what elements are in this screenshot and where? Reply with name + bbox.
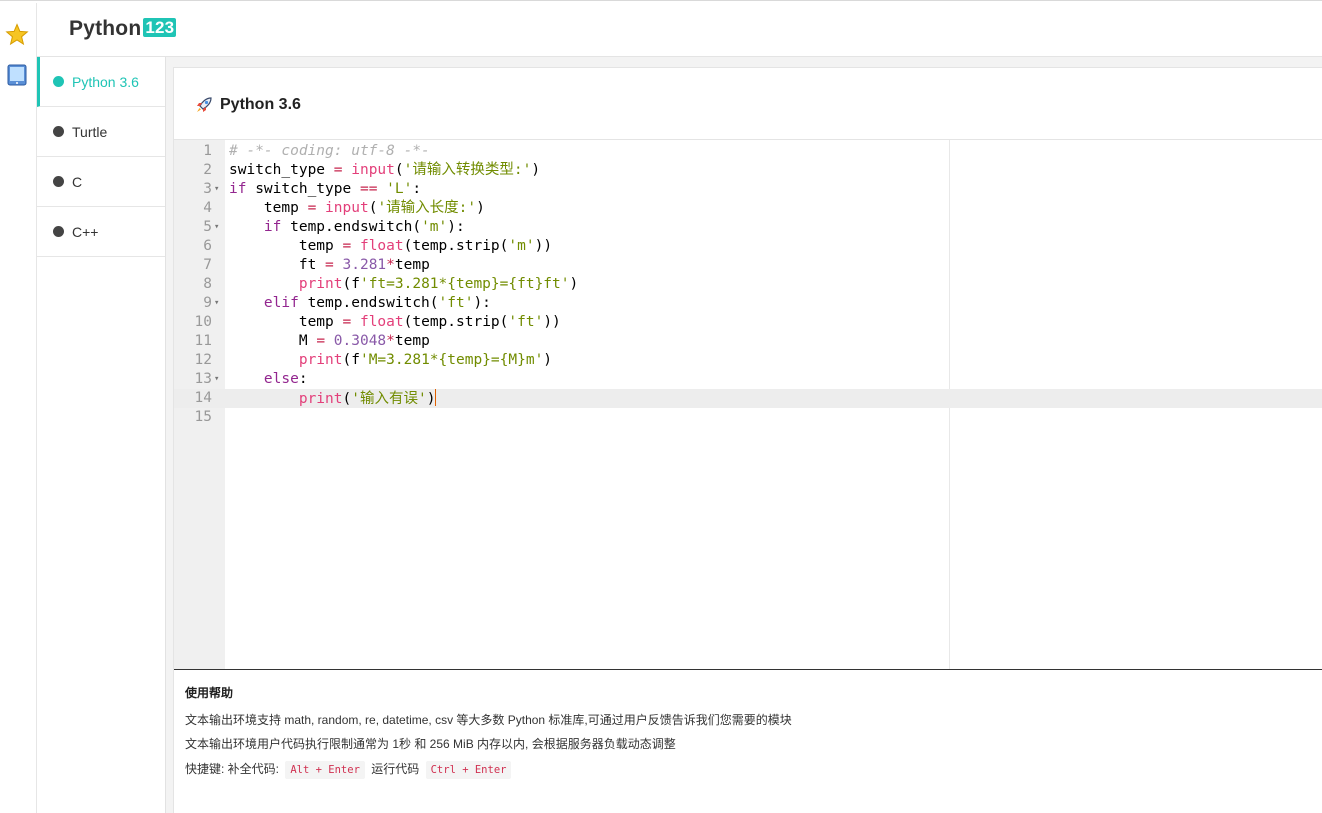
- code-text: print(f'ft=3.281*{temp}={ft}ft'): [298, 276, 579, 292]
- code-line[interactable]: 1 # -*- coding: utf-8 -*-: [174, 142, 1322, 161]
- sidebar-item-c[interactable]: C: [37, 157, 165, 207]
- help-text-stdlib: 文本输出环境支持 math, random, re, datetime, csv…: [185, 713, 792, 727]
- shortcut-run-label: 运行代码: [371, 762, 420, 776]
- code-text: temp = input('请输入长度:'): [229, 200, 485, 216]
- code-line[interactable]: 3 ▾ if switch_type == 'L':: [174, 180, 1322, 199]
- code-line[interactable]: 4 temp = input('请输入长度:'): [174, 199, 1322, 218]
- line-number: 15: [194, 409, 212, 425]
- code-text: # -*- coding: utf-8 -*-: [229, 143, 430, 159]
- rocket-icon: [197, 97, 212, 112]
- fold-toggle-icon[interactable]: ▾: [214, 294, 219, 313]
- shortcut-prefix: 快捷键: 补全代码:: [185, 762, 280, 776]
- code-line[interactable]: 12 print(f'M=3.281*{temp}={M}m'): [174, 351, 1322, 370]
- line-number: 11: [194, 333, 212, 349]
- code-text: else:: [263, 371, 308, 387]
- line-number: 1: [203, 143, 212, 159]
- help-text-limits: 文本输出环境用户代码执行限制通常为 1秒 和 256 MiB 内存以内, 会根据…: [185, 737, 676, 751]
- status-dot-icon: [53, 126, 64, 137]
- code-line[interactable]: 7 ft = 3.281*temp: [174, 256, 1322, 275]
- line-number: 9: [203, 295, 212, 311]
- code-text: ft = 3.281*temp: [229, 257, 430, 273]
- code-text: print(f'M=3.281*{temp}={M}m'): [298, 352, 553, 368]
- line-number: 12: [194, 352, 212, 368]
- sidebar-item-label: Python 3.6: [72, 73, 139, 90]
- status-dot-icon: [53, 176, 64, 187]
- code-text: temp = float(temp.strip('ft')): [229, 314, 561, 330]
- line-number: 7: [203, 257, 212, 273]
- code-text: elif temp.endswitch('ft'):: [263, 295, 491, 311]
- code-line[interactable]: 13 ▾ else:: [174, 370, 1322, 389]
- code-line[interactable]: 8 print(f'ft=3.281*{temp}={ft}ft'): [174, 275, 1322, 294]
- code-text: switch_type = input('请输入转换类型:'): [229, 162, 541, 178]
- code-line[interactable]: 10 temp = float(temp.strip('ft')): [174, 313, 1322, 332]
- line-number: 10: [194, 314, 212, 330]
- help-section: 使用帮助 文本输出环境支持 math, random, re, datetime…: [185, 684, 792, 789]
- line-number: 4: [203, 200, 212, 216]
- sidebar-item-python36[interactable]: Python 3.6: [37, 57, 165, 107]
- code-line[interactable]: 5 ▾ if temp.endswitch('m'):: [174, 218, 1322, 237]
- line-number: 13: [194, 371, 212, 387]
- text-cursor: [435, 389, 437, 406]
- code-line[interactable]: 2 switch_type = input('请输入转换类型:'): [174, 161, 1322, 180]
- line-number: 3: [203, 181, 212, 197]
- line-number: 14: [194, 390, 212, 406]
- code-text: if temp.endswitch('m'):: [263, 219, 465, 235]
- logo-badge: 123: [143, 18, 177, 37]
- code-text: if switch_type == 'L':: [229, 181, 422, 197]
- code-editor[interactable]: 1 # -*- coding: utf-8 -*- 2 switch_type = i…: [174, 139, 1322, 670]
- code-text: M = 0.3048*temp: [229, 333, 430, 349]
- fold-toggle-icon[interactable]: ▾: [214, 180, 219, 199]
- status-dot-icon: [53, 76, 64, 87]
- help-shortcuts: 快捷键: 补全代码: Alt + Enter 运行代码 Ctrl + Enter: [185, 761, 792, 779]
- line-number: 8: [203, 276, 212, 292]
- app-header: Python 123: [37, 3, 1322, 57]
- status-dot-icon: [53, 226, 64, 237]
- sidebar-item-label: C++: [72, 223, 99, 240]
- logo-text: Python: [69, 17, 142, 40]
- left-rail: [0, 3, 37, 813]
- fold-toggle-icon[interactable]: ▾: [214, 218, 219, 237]
- tablet-icon[interactable]: [7, 64, 27, 86]
- star-icon[interactable]: [5, 23, 29, 47]
- line-number: 2: [203, 162, 212, 178]
- code-line[interactable]: 14 print('输入有误'): [174, 389, 1322, 408]
- language-sidebar: Python 3.6 Turtle C C++: [37, 57, 166, 813]
- line-number: 6: [203, 238, 212, 254]
- code-line[interactable]: 11 M = 0.3048*temp: [174, 332, 1322, 351]
- editor-panel: Python 3.6 1 # -*- coding: utf-8 -*- 2 swit…: [173, 67, 1322, 813]
- panel-title-text: Python 3.6: [220, 96, 301, 113]
- shortcut-complete-key: Alt + Enter: [285, 761, 365, 779]
- help-title: 使用帮助: [185, 686, 234, 700]
- fold-toggle-icon[interactable]: ▾: [214, 370, 219, 389]
- code-text: print('输入有误'): [298, 389, 437, 407]
- code-line[interactable]: 15: [174, 408, 1322, 427]
- app-logo[interactable]: Python 123: [69, 17, 177, 41]
- code-text: temp = float(temp.strip('m')): [229, 238, 553, 254]
- sidebar-item-label: C: [72, 173, 83, 190]
- sidebar-item-label: Turtle: [72, 123, 108, 140]
- shortcut-run-key: Ctrl + Enter: [425, 761, 512, 779]
- panel-title: Python 3.6: [194, 95, 301, 115]
- sidebar-item-cpp[interactable]: C++: [37, 207, 165, 257]
- code-line[interactable]: 6 temp = float(temp.strip('m')): [174, 237, 1322, 256]
- line-number: 5: [203, 219, 212, 235]
- sidebar-item-turtle[interactable]: Turtle: [37, 107, 165, 157]
- code-line[interactable]: 9 ▾ elif temp.endswitch('ft'):: [174, 294, 1322, 313]
